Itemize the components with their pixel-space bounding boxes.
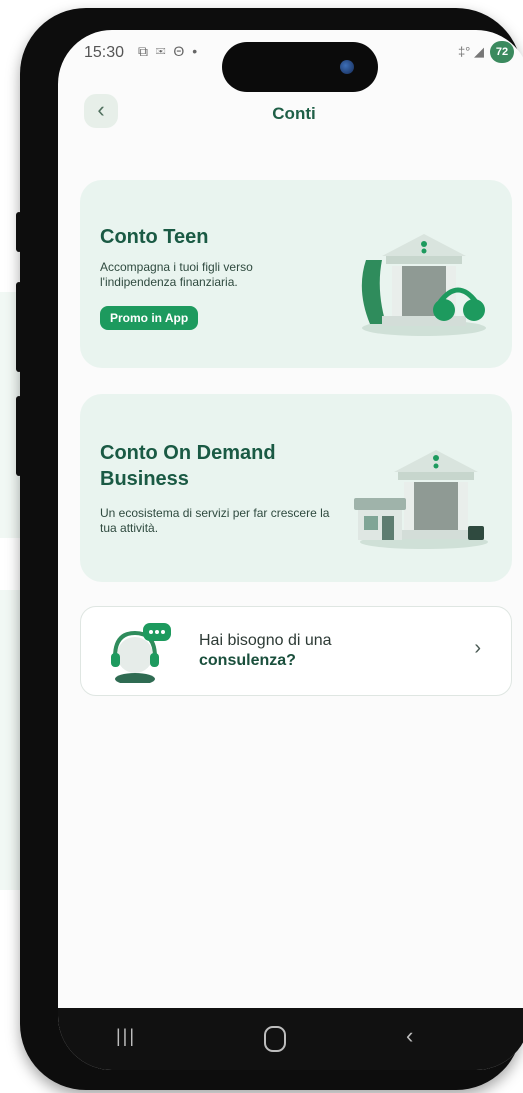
briefcase xyxy=(468,526,484,540)
chat-dot xyxy=(155,630,159,634)
card-description: Accompagna i tuoi figli verso l'indipend… xyxy=(100,260,253,289)
headphone-cup xyxy=(463,299,485,321)
stage: 15:30 ⧉ ✉ Θ • ‡° ◢ 72 ‹ Conti Conto Teen… xyxy=(0,0,523,1093)
headphone-cup xyxy=(433,299,455,321)
column xyxy=(458,482,468,530)
roof-band xyxy=(386,256,462,264)
roof-dot xyxy=(421,241,427,247)
wall xyxy=(414,482,458,530)
shop-roof xyxy=(354,498,406,510)
roof-dot xyxy=(433,455,439,461)
home-button[interactable] xyxy=(264,1026,286,1052)
card-title: Conto On Demand Business xyxy=(100,442,276,490)
headset-cup xyxy=(150,653,159,667)
recents-button[interactable]: ||| xyxy=(116,1026,136,1047)
roof-band xyxy=(398,472,474,480)
page-title: Conti xyxy=(272,104,316,123)
chat-dot xyxy=(161,630,165,634)
leaf-shape xyxy=(361,260,386,324)
support-headset-avatar-icon xyxy=(111,623,171,683)
shop-window xyxy=(364,516,378,530)
roof-dot xyxy=(421,248,427,254)
bank-with-shop-illustration xyxy=(354,450,488,549)
avatar-body xyxy=(115,673,155,683)
card-description: Un ecosistema di servizi per far crescer… xyxy=(100,506,330,535)
bank-with-headphones-illustration xyxy=(361,234,486,336)
system-back-button[interactable]: ‹ xyxy=(406,1023,413,1049)
chat-dot xyxy=(149,630,153,634)
consultation-text: Hai bisogno di una consulenza? xyxy=(199,631,332,671)
base xyxy=(382,316,466,326)
roof-dot xyxy=(433,463,439,469)
app-screen: 15:30 ⧉ ✉ Θ • ‡° ◢ 72 ‹ Conti Conto Teen… xyxy=(58,30,523,1070)
promo-in-app-button[interactable]: Promo in App xyxy=(100,306,199,330)
column xyxy=(392,266,402,316)
avatar-head xyxy=(117,637,153,673)
chevron-right-icon: › xyxy=(474,637,481,659)
status-bar: 15:30 ⧉ ✉ Θ • ‡° ◢ 72 xyxy=(58,30,523,92)
card-title: Conto Teen xyxy=(100,226,209,248)
shop-door xyxy=(382,516,394,540)
headset-cup xyxy=(111,653,120,667)
camera-icon xyxy=(340,60,354,74)
battery-icon: 72 xyxy=(490,41,514,63)
status-time: 15:30 xyxy=(84,44,125,61)
signal-icons: ‡° ◢ xyxy=(457,44,484,59)
dynamic-island xyxy=(222,42,378,92)
notification-icons: ⧉ ✉ Θ • xyxy=(138,43,200,59)
consultation-card[interactable]: Hai bisogno di una consulenza? › xyxy=(80,606,512,696)
card-conto-on-demand-business[interactable]: Conto On Demand Business Un ecosistema d… xyxy=(80,394,512,582)
consultation-line-1: Hai bisogno di una xyxy=(199,632,332,649)
base xyxy=(394,530,478,539)
consultation-line-2: consulenza? xyxy=(199,652,296,669)
card-conto-teen[interactable]: Conto Teen Accompagna i tuoi figli verso… xyxy=(80,180,512,368)
phone-frame: 15:30 ⧉ ✉ Θ • ‡° ◢ 72 ‹ Conti Conto Teen… xyxy=(20,8,523,1090)
system-nav-bar: ||| ‹ xyxy=(58,1008,523,1070)
